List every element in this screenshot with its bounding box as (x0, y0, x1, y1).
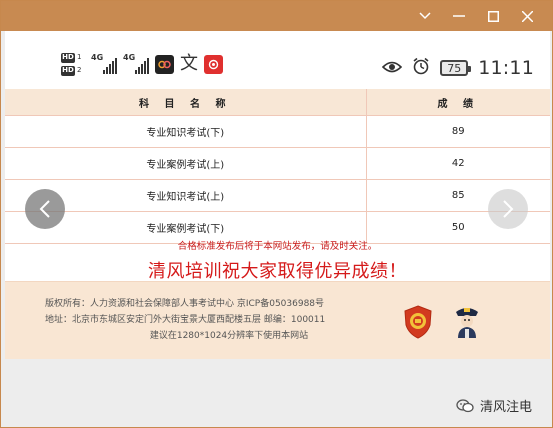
footer-address: 地址：北京市东城区安定门外大街宝景大厦西配楼五层 邮编：100011 (45, 315, 326, 325)
battery-icon: 75 (440, 60, 472, 76)
signal-4g-1-icon: 4G (91, 54, 117, 74)
hd1-icon: HD 1 (61, 52, 85, 63)
hd2-icon: HD 2 (61, 65, 85, 76)
chevron-left-icon (39, 200, 50, 218)
status-left: HD 1 HD 2 4G 4G 文 (61, 51, 223, 77)
footer-resolution-note: 建议在1280*1024分辨率下使用本网站 (149, 331, 309, 341)
wechat-icon (456, 398, 474, 413)
signal2-label: 4G (123, 53, 136, 62)
footer-copyright: 版权所有：人力资源和社会保障部人事考试中心 京ICP备05036988号 (45, 299, 325, 309)
app-window: HD 1 HD 2 4G 4G 文 75 11:11 科 目 名 称 成 绩 专… (0, 0, 553, 428)
chevron-down-icon[interactable] (416, 7, 434, 25)
scores-table-wrap: 科 目 名 称 成 绩 专业知识考试(下) 89 专业案例考试(上) 42 专业… (5, 89, 550, 244)
title-bar (1, 1, 552, 31)
congrats-headline: 清风培训祝大家取得优异成绩！ (148, 261, 407, 282)
subject-cell: 专业知识考试(下) (5, 115, 367, 148)
hd2-num: 2 (77, 66, 82, 74)
carousel-next-button[interactable] (488, 189, 528, 229)
status-time: 11:11 (478, 57, 534, 79)
table-row: 专业知识考试(下) 89 (5, 115, 550, 148)
maximize-icon[interactable] (484, 7, 502, 25)
footer-text: 版权所有：人力资源和社会保障部人事考试中心 京ICP备05036988号 地址：… (45, 296, 385, 344)
police-mascot-icon (452, 304, 482, 340)
red-app-icon (204, 54, 223, 74)
signal-4g-2-icon: 4G (123, 54, 149, 74)
subject-cell: 专业案例考试(上) (5, 147, 367, 180)
announcement-note: 合格标准发布后将于本网站发布，请及时关注。 (177, 241, 378, 252)
subject-column-header: 科 目 名 称 (5, 89, 367, 116)
table-row: 专业案例考试(上) 42 (5, 147, 550, 180)
minimize-icon[interactable] (450, 7, 468, 25)
page-footer: 版权所有：人力资源和社会保障部人事考试中心 京ICP备05036988号 地址：… (5, 281, 550, 359)
table-header-row: 科 目 名 称 成 绩 (5, 89, 550, 116)
hd1-label: HD (61, 52, 75, 63)
chevron-right-icon (503, 200, 514, 218)
emblem-icon (403, 305, 433, 339)
scores-table: 科 目 名 称 成 绩 专业知识考试(下) 89 专业案例考试(上) 42 专业… (5, 89, 550, 244)
translate-icon: 文 (180, 53, 198, 74)
window-controls (416, 1, 552, 31)
score-column-header: 成 绩 (366, 89, 550, 116)
close-icon[interactable] (518, 7, 536, 25)
eye-icon (382, 59, 403, 78)
app-notification-icon (155, 54, 174, 74)
status-bar: HD 1 HD 2 4G 4G 文 75 11:11 (5, 31, 550, 89)
watermark-text: 清风注电 (480, 400, 533, 415)
hd-indicators: HD 1 HD 2 (61, 52, 85, 76)
status-right: 75 11:11 (382, 55, 534, 81)
watermark: 清风注电 (456, 396, 532, 415)
table-row: 专业知识考试(上) 85 (5, 179, 550, 212)
signal1-label: 4G (91, 53, 104, 62)
score-cell: 42 (366, 147, 550, 180)
alarm-icon (412, 57, 430, 79)
hd1-num: 1 (77, 53, 82, 61)
hd2-label: HD (61, 65, 75, 76)
carousel-prev-button[interactable] (25, 189, 65, 229)
score-cell: 89 (366, 115, 550, 148)
phone-screen: HD 1 HD 2 4G 4G 文 75 11:11 科 目 名 称 成 绩 专… (5, 31, 550, 359)
